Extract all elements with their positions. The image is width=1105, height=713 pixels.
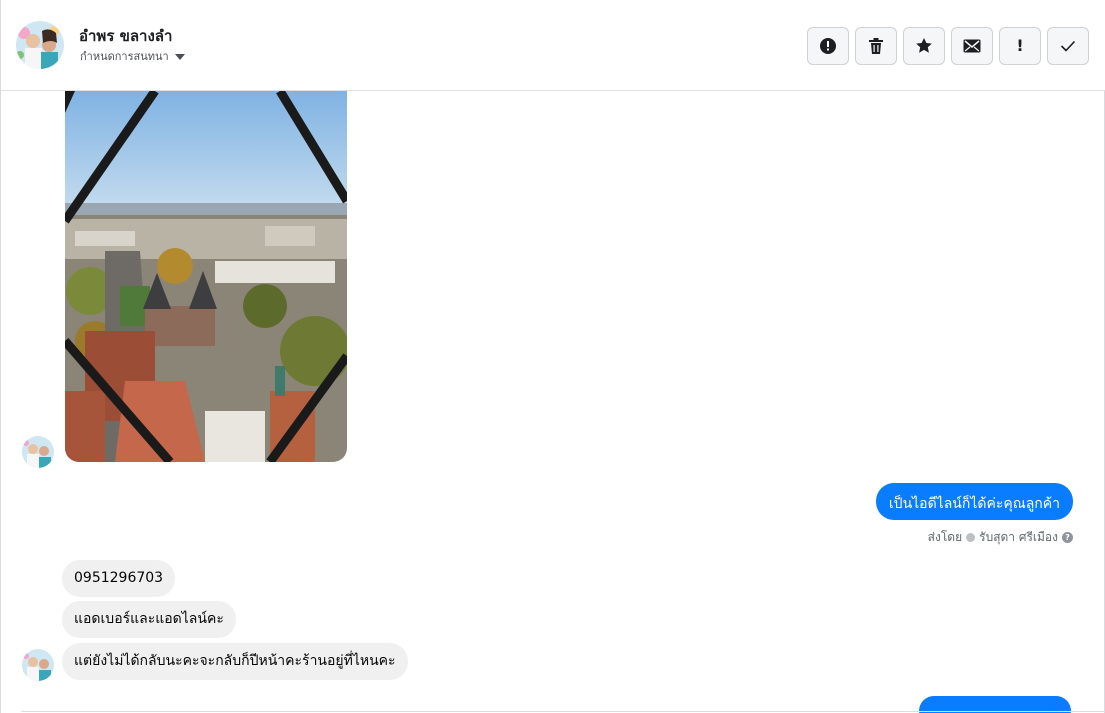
exclamation-icon: !	[1016, 36, 1024, 55]
trash-icon	[869, 38, 883, 54]
contact-name[interactable]: อำพร ขลางลำ	[79, 24, 172, 48]
messenger-window: อำพร ขลางลำ กำหนดการสนทนา ! เป็นไอดีไลน์…	[0, 0, 1105, 713]
caret-down-icon	[174, 53, 185, 60]
photo-attachment[interactable]	[65, 91, 347, 462]
assign-label: กำหนดการสนทนา	[80, 50, 169, 63]
star-button[interactable]	[903, 27, 945, 65]
alert-circle-icon	[820, 38, 836, 54]
incoming-message[interactable]: แอดเบอร์และแอดไลน์คะ	[62, 601, 236, 638]
mark-unread-button[interactable]	[951, 27, 993, 65]
sent-by-label: ส่งโดย	[927, 530, 963, 544]
contact-avatar[interactable]	[16, 21, 64, 69]
outgoing-message[interactable]: เป็นไอดีไลน์ก็ได้ค่ะคุณลูกค้า	[875, 483, 1073, 520]
divider	[21, 711, 1105, 712]
follow-up-button[interactable]: !	[999, 27, 1041, 65]
delete-button[interactable]	[855, 27, 897, 65]
assign-conversation-dropdown[interactable]: กำหนดการสนทนา	[80, 47, 185, 65]
help-icon[interactable]: ?	[1062, 532, 1073, 543]
sent-by-info: ส่งโดย รับสุดา ศรีเมือง ?	[928, 528, 1073, 547]
incoming-message[interactable]: แต่ยังไม่ได้กลับนะคะจะกลับก็ปีหน้าคะร้าน…	[62, 643, 408, 680]
contact-avatar-small[interactable]	[22, 649, 54, 681]
conversation-header: อำพร ขลางลำ กำหนดการสนทนา !	[1, 0, 1105, 91]
envelope-icon	[963, 39, 981, 53]
status-dot-icon	[966, 533, 976, 542]
spam-button[interactable]	[807, 27, 849, 65]
contact-avatar-small[interactable]	[22, 436, 54, 468]
conversation-toolbar: !	[807, 27, 1089, 65]
star-icon	[916, 38, 932, 53]
done-button[interactable]	[1047, 27, 1089, 65]
sender-name: รับสุดา ศรีเมือง	[979, 530, 1058, 544]
message-thread[interactable]: เป็นไอดีไลน์ก็ได้ค่ะคุณลูกค้า ส่งโดย รับ…	[1, 91, 1105, 713]
check-icon	[1060, 40, 1076, 52]
incoming-message[interactable]: 0951296703	[62, 560, 176, 597]
